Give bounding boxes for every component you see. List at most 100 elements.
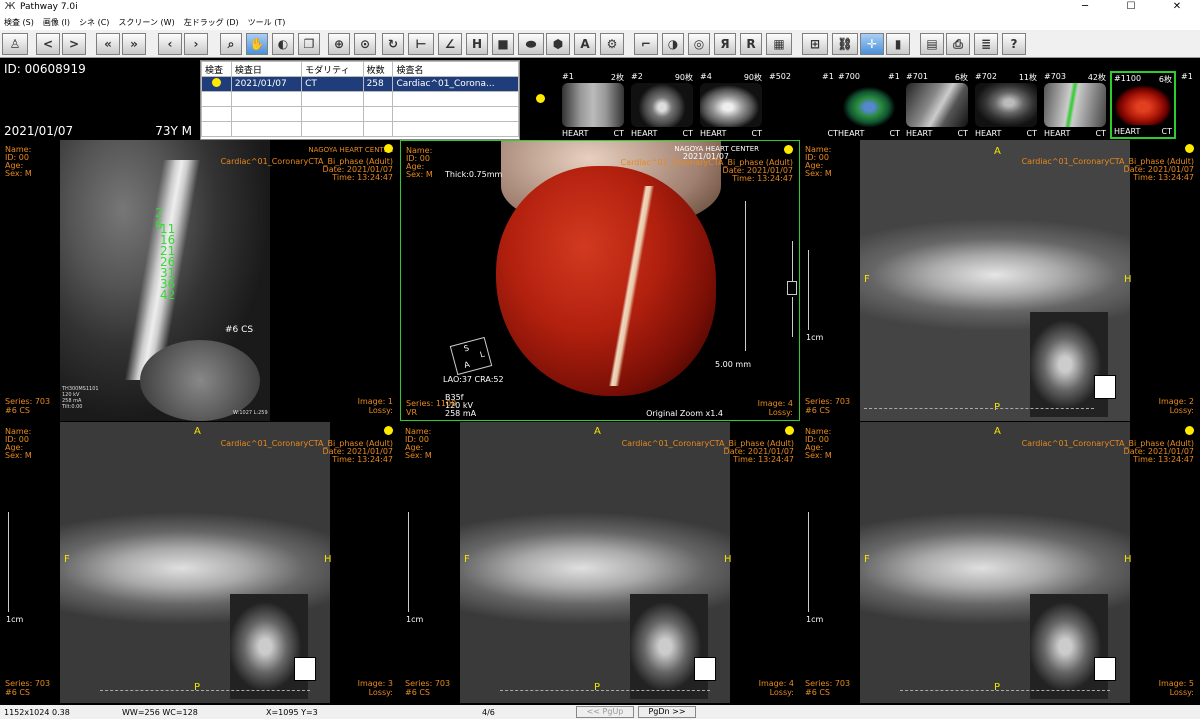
angle-icon[interactable]: ∠ <box>438 33 462 55</box>
image-size-readout: 1152x1024 0.38 <box>4 708 70 717</box>
viewport-1[interactable]: Name: ID: 00 Age: Sex: M NAGOYA HEART CE… <box>0 140 399 421</box>
scale-mm: 5.00 mm <box>715 360 751 369</box>
scale-bar <box>408 512 409 612</box>
series-thumbnail[interactable]: #703 42枚 HEART CT <box>1042 71 1108 139</box>
column-header-name[interactable]: 検査名 <box>392 61 519 77</box>
viewport-2-volume-render[interactable]: Name: ID: 00 Age: Sex: M Thick:0.75mm NA… <box>400 140 800 421</box>
flip-r-icon[interactable]: R <box>740 33 762 55</box>
series-thumbnail[interactable]: #4 90枚 HEART CT <box>698 71 764 139</box>
cine-icon[interactable]: ▮ <box>886 33 910 55</box>
invert-icon[interactable]: ◑ <box>662 33 684 55</box>
settings-gear-icon[interactable]: ⚙ <box>600 33 624 55</box>
report-icon[interactable]: ≣ <box>974 33 998 55</box>
grid-menu-icon[interactable]: ▦ <box>766 33 792 55</box>
viewport-4[interactable]: Name: ID: 00 Age: Sex: M Cardiac^01_Coro… <box>0 422 399 703</box>
window-level-icon[interactable]: ◐ <box>272 33 294 55</box>
column-header-date[interactable]: 検査日 <box>230 61 303 77</box>
column-header-count[interactable]: 枚数 <box>362 61 394 77</box>
scale-bar <box>8 512 9 612</box>
print-icon[interactable]: ⎙ <box>946 33 970 55</box>
minimize-button[interactable]: ─ <box>1062 0 1108 14</box>
series-thumbnail[interactable]: #701 6枚 HEART CT <box>904 71 970 139</box>
series-thumbnail[interactable]: #2 90枚 HEART CT <box>629 71 695 139</box>
menu-tools[interactable]: ツール (T) <box>248 17 286 28</box>
patient-age-sex: 73Y M <box>155 124 192 138</box>
table-cell-name: Cardiac^01_Corona... <box>392 76 519 92</box>
app-window: Ж Pathway 7.0i ─ ☐ ✕ 検査 (S) 画像 (I) シネ (C… <box>0 0 1200 719</box>
viewport-status-dot-icon <box>1185 426 1194 435</box>
menu-image[interactable]: 画像 (I) <box>43 17 70 28</box>
text-annotation-icon[interactable]: A <box>574 33 596 55</box>
series-panel-icon[interactable]: ▤ <box>920 33 944 55</box>
first-image-button[interactable]: « <box>96 33 120 55</box>
viewport-6[interactable]: Name: ID: 00 Age: Sex: M Cardiac^01_Coro… <box>800 422 1200 703</box>
horizontal-scale <box>500 686 710 691</box>
page-down-button[interactable]: PgDn >> <box>638 706 696 718</box>
menu-left-drag[interactable]: 左ドラッグ (D) <box>184 17 239 28</box>
orientation-cube-icon <box>694 657 716 681</box>
patient-icon[interactable]: ♙ <box>2 33 28 55</box>
zoom-level: Original Zoom x1.4 <box>646 409 723 418</box>
cs-label: #6 CS <box>225 325 254 335</box>
vessel-segment-numbers-lower: 11 16 21 26 31 36 42 <box>160 222 176 302</box>
crosshair-icon[interactable]: ⊕ <box>328 33 350 55</box>
zoom-slider-handle[interactable] <box>787 281 797 295</box>
series-thumbnail[interactable]: #1 2枚 HEART CT <box>560 71 626 139</box>
series-thumbnail[interactable]: #1 <box>886 71 906 139</box>
rectangle-roi-icon[interactable]: ■ <box>492 33 514 55</box>
app-logo-icon: Ж <box>4 1 16 12</box>
flip-horizontal-icon[interactable]: Я <box>714 33 736 55</box>
horizontal-scale <box>100 686 310 691</box>
series-thumbnail[interactable]: #1 <box>1179 71 1200 139</box>
ellipse-roi-icon[interactable]: ⬬ <box>518 33 544 55</box>
series-thumbnail-selected[interactable]: #1100 6枚 HEART CT <box>1110 71 1176 139</box>
layout-grid-icon[interactable]: ⊞ <box>802 33 828 55</box>
close-button[interactable]: ✕ <box>1154 0 1200 14</box>
maximize-button[interactable]: ☐ <box>1108 0 1154 14</box>
help-icon[interactable]: ? <box>1002 33 1026 55</box>
menu-screen[interactable]: スクリーン (W) <box>118 17 174 28</box>
patient-info-panel: ID: 00608919 2021/01/07 73Y M <box>0 58 198 140</box>
column-header-study[interactable]: 検査 <box>201 61 232 77</box>
toolbar: ♙ < > « » ‹ › ⌕ ✋ ◐ ❐ ⊕ ⊙ ↻ ⊢ ∠ H ■ ⬬ ⬢ … <box>0 30 1200 58</box>
table-cell-modality: CT <box>301 76 364 92</box>
window-title: Pathway 7.0i <box>20 2 78 12</box>
crop-icon[interactable]: ⌐ <box>634 33 658 55</box>
viewport-status-dot-icon <box>785 426 794 435</box>
rotate-icon[interactable]: ↻ <box>382 33 404 55</box>
stack-icon[interactable]: ❐ <box>298 33 320 55</box>
zoom-icon[interactable]: ⌕ <box>220 33 242 55</box>
viewport-status-dot-icon <box>384 426 393 435</box>
polygon-roi-icon[interactable]: ⬢ <box>546 33 570 55</box>
caliper-icon[interactable]: H <box>466 33 488 55</box>
table-row-empty <box>201 91 519 107</box>
table-row[interactable]: 2021/01/07 CT 258 Cardiac^01_Corona... <box>201 76 519 92</box>
last-image-button[interactable]: » <box>122 33 146 55</box>
orientation-cube-icon: S A L <box>449 336 493 376</box>
next-image-button[interactable]: › <box>184 33 208 55</box>
prev-image-button[interactable]: ‹ <box>158 33 182 55</box>
study-list-table: 検査 検査日 モダリティ 枚数 検査名 2021/01/07 CT 258 Ca… <box>200 60 520 140</box>
viewport-5[interactable]: Name: ID: 00 Age: Sex: M Cardiac^01_Coro… <box>400 422 800 703</box>
page-up-button[interactable]: << PgUp <box>576 706 634 718</box>
measure-ruler-icon[interactable]: ⊢ <box>408 33 434 55</box>
column-header-modality[interactable]: モダリティ <box>301 61 364 77</box>
next-study-button[interactable]: > <box>62 33 86 55</box>
crosshair-sync-icon[interactable]: ✛ <box>860 33 884 55</box>
magnifier-icon[interactable]: ⊙ <box>354 33 376 55</box>
slice-thickness: Thick:0.75mm <box>445 170 503 179</box>
scale-bar <box>808 512 809 612</box>
viewport-3[interactable]: Name: ID: 00 Age: Sex: M Cardiac^01_Coro… <box>800 140 1200 421</box>
table-cell-count: 258 <box>362 76 394 92</box>
horizontal-scale <box>900 686 1110 691</box>
prev-study-button[interactable]: < <box>36 33 60 55</box>
filter-icon[interactable]: ◎ <box>688 33 710 55</box>
menu-study[interactable]: 検査 (S) <box>4 17 34 28</box>
pan-hand-icon[interactable]: ✋ <box>246 33 268 55</box>
series-thumbnail[interactable]: #702 11枚 HEART CT <box>973 71 1039 139</box>
title-bar: Ж Pathway 7.0i ─ ☐ ✕ <box>0 0 1200 14</box>
scan-params: TH300MS1101 120 kV 258 mA Tilt:0.00 <box>62 386 99 410</box>
link-icon[interactable]: ⛓ <box>832 33 858 55</box>
scale-bar <box>808 250 809 330</box>
menu-cine[interactable]: シネ (C) <box>79 17 109 28</box>
